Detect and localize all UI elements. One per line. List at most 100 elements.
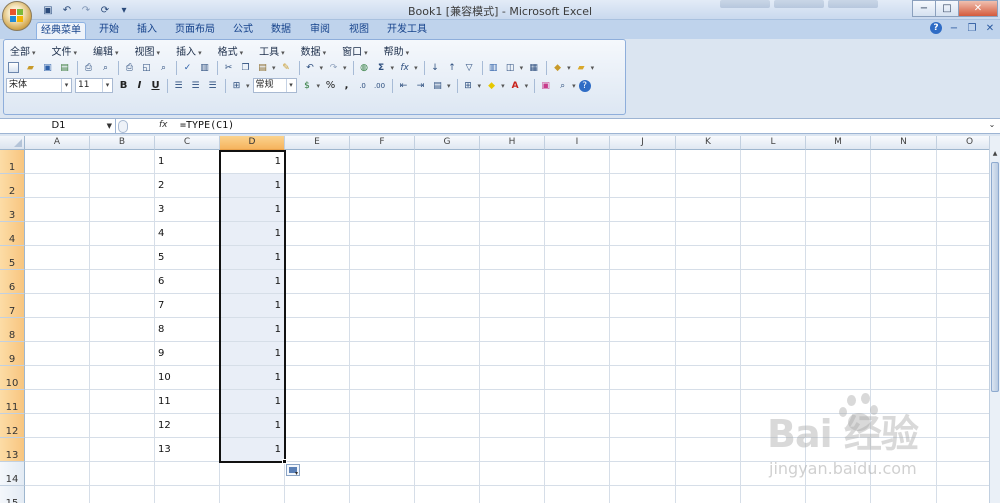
cell-c[interactable]: 11 [158, 396, 171, 407]
permission-icon[interactable]: ▤ [57, 60, 72, 75]
chevron-down-icon[interactable]: ▾ [317, 82, 321, 90]
number-format-select[interactable]: 常规 ▾ [252, 78, 297, 93]
name-box[interactable]: D1 ▼ [2, 119, 116, 134]
research-book-icon[interactable]: ▥ [197, 60, 212, 75]
column-header[interactable]: H [480, 136, 545, 150]
row-header[interactable]: 10 [0, 366, 25, 390]
cell-c[interactable]: 5 [158, 252, 164, 263]
zoom-icon[interactable]: ⌕ [555, 78, 570, 93]
tab-review[interactable]: 审阅 [303, 22, 337, 39]
insert-function-icon[interactable]: fx [159, 120, 168, 130]
chevron-down-icon[interactable]: ▾ [447, 82, 451, 90]
column-header[interactable]: N [871, 136, 937, 150]
chevron-down-icon[interactable]: ▾ [572, 82, 576, 90]
align-left-icon[interactable]: ☰ [171, 78, 186, 93]
tab-home[interactable]: 开始 [92, 22, 126, 39]
print-quick-icon[interactable]: ⎙ [122, 60, 137, 75]
row-header[interactable]: 3 [0, 198, 25, 222]
row-header[interactable]: 14 [0, 462, 25, 486]
copy-icon[interactable]: ❐ [238, 60, 253, 75]
print-preview-icon[interactable]: ⌕ [98, 60, 113, 75]
row-header[interactable]: 2 [0, 174, 25, 198]
merge-center-icon[interactable]: ⊞ [229, 78, 244, 93]
scroll-up-icon[interactable]: ▲ [990, 150, 1000, 160]
cell-c[interactable]: 12 [158, 420, 171, 431]
menu-window[interactable]: 窗口 ▾ [342, 43, 368, 59]
autofill-options-button[interactable]: ▾ [286, 464, 300, 477]
increase-decimal-icon[interactable]: .0 [355, 78, 370, 93]
percent-button[interactable]: % [323, 78, 338, 93]
increase-indent-icon[interactable]: ⇥ [413, 78, 428, 93]
print-icon[interactable]: ⎙ [81, 60, 96, 75]
maximize-button[interactable]: □ [935, 0, 959, 17]
chevron-down-icon[interactable]: ▾ [391, 64, 395, 72]
tab-classic-menu[interactable]: 经典菜单 [36, 22, 86, 39]
row-header[interactable]: 11 [0, 390, 25, 414]
cut-icon[interactable]: ✂ [221, 60, 236, 75]
formula-input[interactable]: =TYPE(C1) [180, 120, 234, 131]
cell-c[interactable]: 1 [158, 156, 164, 167]
tab-data[interactable]: 数据 [264, 22, 298, 39]
chevron-down-icon[interactable]: ▾ [246, 82, 250, 90]
pivot-icon[interactable]: ◫ [503, 60, 518, 75]
column-header[interactable]: A [25, 136, 90, 150]
font-size-select[interactable]: 11 ▾ [75, 78, 113, 93]
scrollbar-thumb[interactable] [991, 162, 999, 392]
paste-icon[interactable]: ▤ [255, 60, 270, 75]
row-header[interactable]: 13 [0, 438, 25, 462]
select-all-button[interactable] [0, 136, 25, 150]
wrap-text-icon[interactable]: ▤ [430, 78, 445, 93]
menu-edit[interactable]: 编辑 ▾ [93, 43, 119, 59]
preview-icon[interactable]: ◱ [139, 60, 154, 75]
chevron-down-icon[interactable]: ▾ [414, 64, 418, 72]
row-header[interactable]: 8 [0, 318, 25, 342]
chevron-down-icon[interactable]: ▾ [525, 82, 529, 90]
row-header[interactable]: 12 [0, 414, 25, 438]
filter-icon[interactable]: ▽ [462, 60, 477, 75]
formula-bar-resize-handle[interactable] [118, 120, 128, 133]
underline-button[interactable]: U [148, 78, 163, 93]
align-center-icon[interactable]: ☰ [188, 78, 203, 93]
fill-color-icon[interactable]: ◆ [484, 78, 499, 93]
chevron-down-icon[interactable]: ▾ [520, 64, 524, 72]
font-color-icon[interactable]: A [508, 78, 523, 93]
redo-icon[interactable]: ↷ [326, 60, 341, 75]
chart-icon[interactable]: ▥ [486, 60, 501, 75]
row-header[interactable]: 6 [0, 270, 25, 294]
column-header[interactable]: B [90, 136, 155, 150]
borders-icon[interactable]: ⊞ [461, 78, 476, 93]
column-header[interactable]: G [415, 136, 480, 150]
sort-descending-icon[interactable]: ↑ [445, 60, 460, 75]
menu-help[interactable]: 帮助 ▾ [384, 43, 410, 59]
new-icon[interactable] [6, 60, 21, 75]
chevron-down-icon[interactable]: ▾ [320, 64, 324, 72]
tab-insert[interactable]: 插入 [130, 22, 164, 39]
insert-function-icon[interactable]: fx [397, 60, 412, 75]
cell-c[interactable]: 8 [158, 324, 164, 335]
row-header[interactable]: 15 [0, 486, 25, 503]
menu-all[interactable]: 全部 ▾ [10, 43, 36, 59]
save-icon[interactable]: ▣ [40, 60, 55, 75]
close-button[interactable]: ✕ [958, 0, 998, 17]
workbook-minimize-icon[interactable]: − [948, 22, 960, 34]
tab-page-layout[interactable]: 页面布局 [170, 22, 220, 39]
cell-c[interactable]: 9 [158, 348, 164, 359]
chevron-down-icon[interactable]: ▾ [272, 64, 276, 72]
research-icon[interactable]: ⌕ [156, 60, 171, 75]
menu-format[interactable]: 格式 ▾ [218, 43, 244, 59]
cell-c[interactable]: 7 [158, 300, 164, 311]
cell-c[interactable]: 2 [158, 180, 164, 191]
autosum-icon[interactable]: Σ [374, 60, 389, 75]
spelling-icon[interactable]: ✓ [180, 60, 195, 75]
menu-tools[interactable]: 工具 ▾ [259, 43, 285, 59]
row-header[interactable]: 5 [0, 246, 25, 270]
comma-button[interactable]: , [339, 78, 354, 93]
cell-c[interactable]: 10 [158, 372, 171, 383]
row-header[interactable]: 9 [0, 342, 25, 366]
row-header[interactable]: 7 [0, 294, 25, 318]
bold-button[interactable]: B [116, 78, 131, 93]
row-header[interactable]: 1 [0, 150, 25, 174]
menu-file[interactable]: 文件 ▾ [52, 43, 78, 59]
decrease-decimal-icon[interactable]: .00 [372, 78, 387, 93]
help-icon[interactable]: ? [930, 22, 942, 34]
